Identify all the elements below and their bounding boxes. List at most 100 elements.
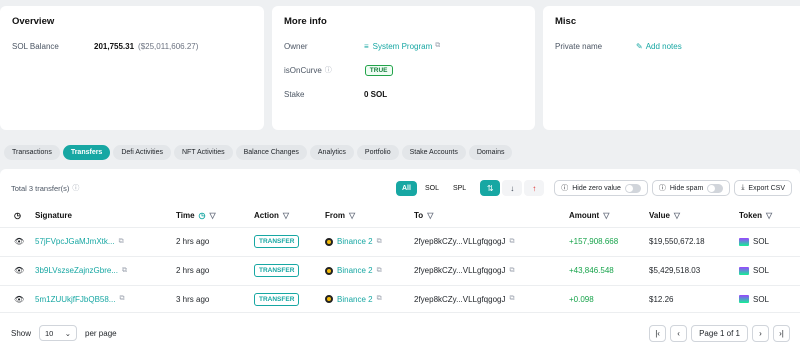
clock-icon: ◷ — [14, 210, 21, 220]
copy-icon[interactable]: ⧉ — [377, 238, 382, 246]
to-address[interactable]: 2fyep8kCZy...VLLgfqgogJ — [414, 237, 505, 246]
sol-icon — [739, 266, 749, 275]
copy-icon[interactable]: ⧉ — [377, 267, 382, 275]
copy-icon[interactable]: ⧉ — [119, 238, 124, 246]
oncurve-badge: TRUE — [364, 64, 393, 76]
private-name-label: Private name — [555, 41, 603, 51]
filter-icon[interactable]: ▽ — [210, 211, 216, 220]
filter-sol[interactable]: SOL — [418, 180, 445, 196]
table-row: 👁 3b9LVszseZajnzGbre... ⧉ 2 hrs ago TRANS… — [0, 256, 800, 284]
stake-label: Stake — [284, 89, 305, 99]
eye-icon[interactable]: 👁 — [14, 266, 24, 275]
owner-icon: ≡ — [364, 41, 369, 51]
eye-icon[interactable]: 👁 — [14, 295, 24, 304]
filter-spl[interactable]: SPL — [446, 180, 473, 196]
next-page-icon[interactable]: › — [752, 324, 769, 342]
direction-filter: ⇅ ↓ ↑ — [480, 180, 545, 196]
pencil-icon: ✎ — [636, 41, 643, 51]
tab-transactions[interactable]: Transactions — [4, 145, 60, 160]
binance-icon — [325, 295, 333, 303]
copy-icon[interactable]: ⧉ — [509, 267, 514, 275]
from-link[interactable]: Binance 2 — [337, 266, 373, 275]
owner-link[interactable]: System Program — [373, 42, 433, 51]
total-transfers-text: Total 3 transfer(s) — [11, 183, 70, 193]
to-address[interactable]: 2fyep8kCZy...VLLgfqgogJ — [414, 266, 505, 275]
copy-icon[interactable]: ⧉ — [435, 42, 440, 50]
swap-direction-icon[interactable]: ⇅ — [480, 180, 501, 196]
page-size-select[interactable]: 10 ⌄ — [39, 325, 78, 341]
tab-domains[interactable]: Domains — [468, 145, 513, 160]
transfers-panel: Total 3 transfer(s) ⓘ All SOL SPL ⇅ ↓ ↑ … — [0, 169, 800, 352]
amount-cell: +43,846.548 — [569, 266, 614, 275]
clock-icon[interactable]: ◷ — [199, 211, 206, 220]
tab-balance-changes[interactable]: Balance Changes — [235, 145, 307, 160]
pagination: |‹ ‹ Page 1 of 1 › ›| — [649, 324, 790, 342]
sol-balance-label: SOL Balance — [12, 41, 59, 51]
tab-analytics[interactable]: Analytics — [309, 145, 354, 160]
token-link[interactable]: SOL — [753, 295, 769, 304]
arrow-down-icon[interactable]: ↓ — [502, 180, 523, 196]
hide-zero-label: Hide zero value — [572, 184, 621, 192]
info-icon: ⓘ — [324, 67, 332, 74]
token-link[interactable]: SOL — [753, 266, 769, 275]
copy-icon[interactable]: ⧉ — [119, 295, 124, 303]
stake-value: 0 SOL — [364, 89, 388, 99]
arrow-up-icon[interactable]: ↑ — [524, 180, 545, 196]
header-amount: Amount ▽ — [569, 210, 610, 220]
last-page-icon[interactable]: ›| — [773, 324, 790, 342]
time-cell: 3 hrs ago — [176, 294, 210, 304]
misc-card: Misc Private name ✎ Add notes — [543, 6, 800, 130]
toggle-switch[interactable] — [707, 183, 724, 193]
header-time: Time ◷ ▽ — [176, 210, 216, 220]
token-link[interactable]: SOL — [753, 237, 769, 246]
copy-icon[interactable]: ⧉ — [509, 238, 514, 246]
copy-icon[interactable]: ⧉ — [509, 295, 514, 303]
action-badge: TRANSFER — [254, 264, 300, 277]
tab-nft-activities[interactable]: NFT Activities — [173, 145, 233, 160]
amount-cell: +0.098 — [569, 294, 594, 304]
to-address[interactable]: 2fyep8kCZy...VLLgfqgogJ — [414, 295, 505, 304]
binance-icon — [325, 266, 333, 275]
filter-icon[interactable]: ▽ — [603, 211, 609, 220]
copy-icon[interactable]: ⧉ — [377, 295, 382, 303]
table-row: 👁 57jFVpcJGaMJmXtk... ⧉ 2 hrs ago TRANSFE… — [0, 227, 800, 255]
filter-icon[interactable]: ▽ — [349, 211, 355, 220]
copy-icon[interactable]: ⧉ — [122, 267, 127, 275]
tab-portfolio[interactable]: Portfolio — [356, 145, 399, 160]
binance-icon — [325, 237, 333, 246]
time-cell: 2 hrs ago — [176, 237, 210, 246]
export-label: Export CSV — [748, 184, 785, 192]
header-from: From ▽ — [325, 210, 356, 220]
toggle-switch[interactable] — [624, 183, 641, 193]
value-cell: $12.26 — [649, 294, 674, 304]
eye-icon[interactable]: 👁 — [14, 237, 24, 246]
account-tabs: Transactions Transfers Defi Activities N… — [4, 145, 513, 160]
filter-icon[interactable]: ▽ — [283, 211, 289, 220]
info-icon: ⓘ — [561, 185, 569, 192]
add-notes-link[interactable]: Add notes — [646, 42, 682, 51]
signature-link[interactable]: 3b9LVszseZajnzGbre... — [35, 266, 118, 275]
oncurve-label: isOnCurve — [284, 65, 322, 75]
tab-transfers[interactable]: Transfers — [62, 145, 111, 160]
tab-defi-activities[interactable]: Defi Activities — [113, 145, 171, 160]
hide-spam-toggle[interactable]: ⓘ Hide spam — [651, 180, 731, 196]
from-link[interactable]: Binance 2 — [337, 295, 373, 304]
hide-zero-toggle[interactable]: ⓘ Hide zero value — [554, 180, 648, 196]
token-filter: All SOL SPL — [396, 180, 473, 196]
signature-link[interactable]: 5m1ZUUkjfFJbQB58... — [35, 295, 115, 304]
table-row: 👁 5m1ZUUkjfFJbQB58... ⧉ 3 hrs ago TRANSFE… — [0, 285, 800, 313]
prev-page-icon[interactable]: ‹ — [670, 324, 688, 342]
export-csv-button[interactable]: ⤓ Export CSV — [734, 180, 792, 196]
misc-title: Misc — [555, 16, 577, 27]
filter-icon[interactable]: ▽ — [427, 211, 433, 220]
overview-title: Overview — [12, 16, 55, 27]
filter-icon[interactable]: ▽ — [674, 211, 680, 220]
from-link[interactable]: Binance 2 — [337, 237, 373, 246]
header-value: Value ▽ — [649, 210, 681, 220]
value-cell: $19,550,672.18 — [649, 237, 705, 246]
signature-link[interactable]: 57jFVpcJGaMJmXtk... — [35, 237, 115, 246]
filter-all[interactable]: All — [396, 180, 417, 196]
tab-stake-accounts[interactable]: Stake Accounts — [401, 145, 466, 160]
first-page-icon[interactable]: |‹ — [649, 324, 667, 342]
filter-icon[interactable]: ▽ — [766, 211, 772, 220]
